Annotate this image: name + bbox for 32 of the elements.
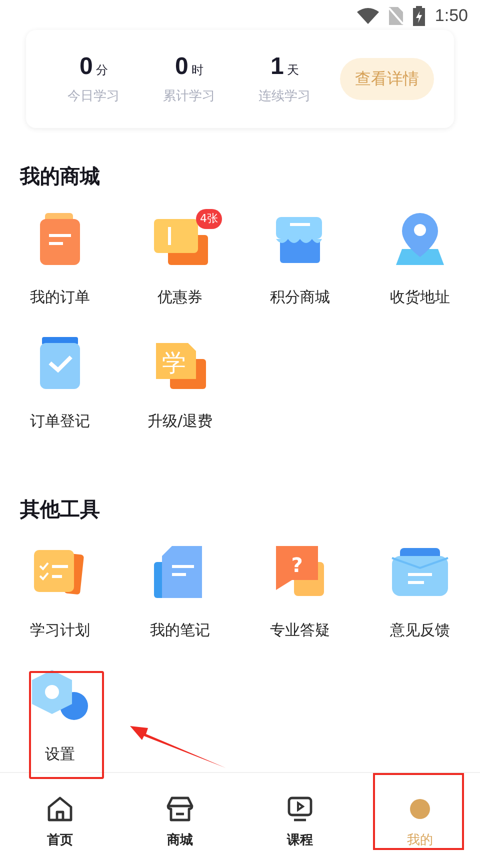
menu-item-label[interactable]: 收货地址	[390, 287, 450, 307]
stat-value: 0 分	[80, 53, 108, 81]
store-icon[interactable]	[166, 795, 194, 823]
icon-glyph: 学	[162, 349, 186, 377]
menu-item-label[interactable]: 我的笔记	[150, 620, 210, 640]
menu-item-label[interactable]: 积分商城	[270, 287, 330, 307]
nav-tab[interactable]: 课程	[287, 831, 313, 849]
nav-tab[interactable]: 首页	[47, 831, 73, 849]
no-sim-icon	[388, 7, 403, 25]
stat-label: 累计学习	[163, 88, 216, 105]
menu-item-label[interactable]: 我的订单	[30, 287, 90, 307]
video-play-icon[interactable]	[286, 795, 314, 823]
clock-time: 1:50	[434, 6, 468, 26]
menu-item-label[interactable]: 订单登记	[30, 411, 90, 431]
nav-tab[interactable]: 商城	[167, 831, 193, 849]
menu-item-label[interactable]: 学习计划	[30, 620, 90, 640]
stat-label: 今日学习	[68, 88, 120, 105]
section-title: 我的商城	[20, 164, 101, 188]
wifi-icon	[356, 8, 379, 24]
menu-item-label[interactable]: 优惠券	[158, 287, 202, 307]
count-badge: 4张	[196, 209, 222, 229]
battery-icon	[412, 6, 425, 26]
section-title: 其他工具	[20, 497, 101, 521]
menu-item-label[interactable]: 升级/退费	[147, 411, 213, 431]
menu-item-label[interactable]: 意见反馈	[390, 620, 450, 640]
stat-label: 连续学习	[258, 88, 311, 105]
menu-item-label[interactable]: 设置	[45, 744, 75, 764]
home-icon[interactable]	[46, 795, 74, 823]
stat-value: 1 天	[270, 53, 299, 81]
menu-item-label[interactable]: 专业答疑	[270, 620, 330, 640]
icon-glyph: ?	[291, 553, 303, 577]
stat-value: 0 时	[175, 53, 204, 81]
